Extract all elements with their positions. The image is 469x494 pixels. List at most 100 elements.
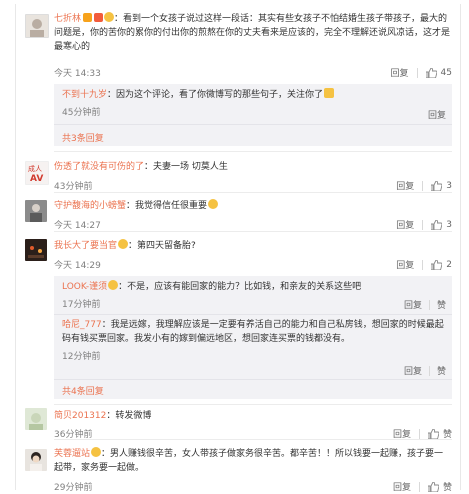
username[interactable]: 伤透了就没有可伤的了	[54, 162, 144, 172]
thumbs-up-icon	[431, 219, 443, 230]
fan-badge-icon	[118, 239, 129, 249]
reply-username[interactable]: 哈尼_777	[62, 320, 102, 330]
avatar[interactable]	[25, 239, 47, 261]
fan-badge-icon	[108, 280, 119, 290]
comment-text: 我长大了要当官 ：第四天留备胎?	[54, 239, 452, 253]
like-count: 45	[440, 67, 452, 78]
comment-time: 今天 14:27	[54, 221, 101, 231]
like-button[interactable]: 赞	[437, 364, 446, 377]
reply-button[interactable]: 回复	[428, 108, 446, 121]
divider	[54, 151, 452, 152]
reply-actions: 回复	[428, 108, 446, 121]
divider	[54, 439, 452, 440]
username[interactable]: 守护馥海的小螃蟹	[54, 201, 126, 211]
fan-badge-icon	[91, 447, 102, 457]
divider	[54, 314, 452, 315]
reply-box: LOOK-谨须 ：不是，应该有能回家的能力？比如钱，和亲友的关系这些吧 17分钟前…	[54, 276, 452, 399]
comment-actions: 回复 3	[396, 218, 452, 231]
reply-item: 哈尼_777：我是远嫁，我理解应该是一定要有养活自己的能力和自己私房钱，想回家的…	[62, 318, 446, 377]
reply-button[interactable]: 回复	[396, 218, 414, 231]
username[interactable]: 简贝201312	[54, 411, 106, 421]
reply-text: LOOK-谨须 ：不是，应该有能回家的能力？比如钱，和亲友的关系这些吧	[62, 280, 446, 294]
more-replies-link[interactable]: 共4条回复	[62, 384, 104, 397]
comment-text: 七折林 ：看到一个女孩子说过这样一段话：其实有些女孩子不怕结婚生孩子带孩子，最大的…	[54, 12, 452, 54]
comment-text: 芙蓉遛站 ：男人赚钱很辛苦，女人带孩子做家务很辛苦。都辛苦！！所以钱要一起赚，孩子…	[54, 447, 452, 475]
comment-time: 今天 14:33	[54, 69, 101, 79]
reply-button[interactable]: 回复	[404, 298, 422, 311]
reply-content: ：不是，应该有能回家的能力？比如钱，和亲友的关系这些吧	[118, 282, 362, 292]
reply-text: 哈尼_777：我是远嫁，我理解应该是一定要有养活自己的能力和自己私房钱，想回家的…	[62, 318, 446, 346]
like-button[interactable]: 3	[431, 180, 452, 191]
thumbs-up-icon	[431, 259, 443, 270]
more-replies-link[interactable]: 共3条回复	[62, 131, 104, 144]
like-count: 3	[446, 180, 452, 191]
like-button[interactable]: 45	[425, 67, 452, 78]
reply-username[interactable]: LOOK-谨须	[62, 282, 107, 292]
vip-icon	[83, 13, 93, 22]
comment-time: 43分钟前	[54, 182, 93, 192]
divider	[418, 481, 420, 492]
like-count: 赞	[442, 483, 452, 493]
reply-actions: 回复 赞	[404, 364, 446, 377]
divider	[54, 192, 452, 193]
reply-time: 12分钟前	[62, 352, 101, 362]
username[interactable]: 七折林	[54, 14, 81, 24]
reply-time: 45分钟前	[62, 108, 101, 118]
reply-actions: 回复 赞	[404, 298, 446, 311]
reply-box: 不到十九岁：因为这个评论，看了你微博写的那些句子，关注你了 45分钟前 回复 共…	[54, 84, 452, 146]
reply-username[interactable]: 不到十九岁	[62, 90, 107, 100]
divider	[422, 259, 424, 270]
comment-actions: 回复 45	[391, 66, 452, 79]
comment-text: 守护馥海的小螃蟹：我觉得信任很重要	[54, 199, 452, 213]
avatar[interactable]	[25, 449, 47, 471]
divider	[54, 379, 452, 380]
like-count: 3	[446, 219, 452, 230]
comment-content: ：夫妻一场 切莫人生	[144, 162, 228, 172]
reply-button[interactable]: 回复	[396, 179, 414, 192]
like-button[interactable]: 3	[431, 219, 452, 230]
comment-actions: 回复 赞	[393, 480, 452, 493]
comment-time: 29分钟前	[54, 483, 93, 493]
fan-badge-icon	[104, 12, 115, 22]
thumbs-up-icon	[427, 428, 439, 439]
thumbs-up-icon	[425, 67, 437, 78]
clap-icon	[324, 88, 335, 98]
divider	[54, 404, 452, 405]
comment-content: ：看到一个女孩子说过这样一段话：其实有些女孩子不怕结婚生孩子带孩子，最大的问题是…	[54, 14, 451, 52]
reply-item: 不到十九岁：因为这个评论，看了你微博写的那些句子，关注你了 45分钟前 回复	[62, 88, 446, 121]
thumbs-up-icon	[427, 481, 439, 492]
comment-content: ：转发微博	[106, 411, 152, 421]
like-button[interactable]: 赞	[437, 298, 446, 311]
reply-item: LOOK-谨须 ：不是，应该有能回家的能力？比如钱，和亲友的关系这些吧 17分钟前…	[62, 280, 446, 311]
svg-text:AV: AV	[30, 174, 43, 184]
member-icon	[94, 13, 104, 22]
comment-time: 今天 14:29	[54, 261, 101, 271]
reply-button[interactable]: 回复	[396, 258, 414, 271]
svg-text:成人: 成人	[28, 164, 42, 173]
comment-list: 七折林 ：看到一个女孩子说过这样一段话：其实有些女孩子不怕结婚生孩子带孩子，最大的…	[15, 4, 461, 493]
divider	[428, 299, 430, 310]
reply-button[interactable]: 回复	[391, 66, 409, 79]
comment-text: 简贝201312：转发微博	[54, 409, 452, 423]
divider	[54, 124, 452, 125]
avatar[interactable]: 成人 AV	[25, 161, 49, 185]
reply-content: ：我是远嫁，我理解应该是一定要有养活自己的能力和自己私房钱，想回家的时候最起码有…	[62, 320, 444, 344]
divider	[418, 428, 420, 439]
username[interactable]: 芙蓉遛站	[54, 449, 90, 459]
username[interactable]: 我长大了要当官	[54, 241, 117, 251]
reply-time: 17分钟前	[62, 300, 101, 310]
comment-text: 伤透了就没有可伤的了：夫妻一场 切莫人生	[54, 160, 452, 174]
reply-content: ：因为这个评论，看了你微博写的那些句子，关注你了	[107, 90, 324, 100]
reply-button[interactable]: 回复	[404, 364, 422, 377]
avatar[interactable]	[25, 14, 49, 38]
like-button[interactable]: 2	[431, 259, 452, 270]
like-button[interactable]: 赞	[427, 480, 452, 493]
divider	[416, 67, 418, 78]
avatar[interactable]	[25, 200, 47, 222]
smile-icon	[208, 199, 219, 209]
reply-button[interactable]: 回复	[393, 480, 411, 493]
reply-text: 不到十九岁：因为这个评论，看了你微博写的那些句子，关注你了	[62, 88, 446, 102]
comment-actions: 回复 3	[396, 179, 452, 192]
like-count: 2	[446, 259, 452, 270]
avatar[interactable]	[25, 408, 47, 430]
